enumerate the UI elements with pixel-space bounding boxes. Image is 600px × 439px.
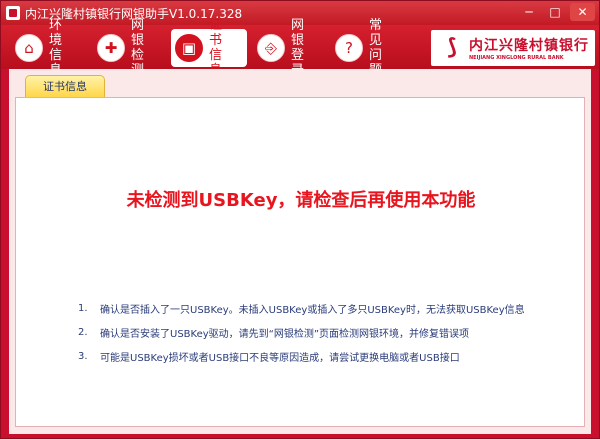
nav-item-ebank-login[interactable]: ⎆ 网 银 登 录 [253,18,327,78]
list-item: 1. 确认是否插入了一只USBKey。未插入USBKey或插入了多只USBKey… [78,296,578,320]
tab-certificate-info[interactable]: 证书信息 [25,75,105,97]
tip-text: 确认是否安装了USBKey驱动，请先到“网银检测”页面检测网银环境，并修复错误项 [100,328,470,340]
bank-logo-icon: ⟆ [446,35,458,60]
certificate-icon: ▣ [175,34,203,62]
bank-logo: ⟆ 内江兴隆村镇银行 NEIJIANG XINGLONG RURAL BANK [431,30,595,66]
nav-bar: ⌂ 环 境 信 息 ✚ 网 银 检 测 ▣ 证 书 信 息 ⎆ 网 银 登 录 … [1,18,599,78]
tip-text: 可能是USBKey损坏或者USB接口不良等原因造成，请尝试更换电脑或者USB接口 [100,352,460,364]
certificate-panel: 未检测到USBKey，请检查后再使用本功能 1. 确认是否插入了一只USBKey… [15,97,585,427]
tip-number: 1. [78,302,88,314]
minimize-button[interactable]: ─ [518,3,540,21]
troubleshooting-tips: 1. 确认是否插入了一只USBKey。未插入USBKey或插入了多只USBKey… [78,296,578,368]
nav-item-faq[interactable]: ? 常 见 问 题 [331,18,405,78]
stethoscope-icon: ✚ [97,34,125,62]
content-area: 证书信息 未检测到USBKey，请检查后再使用本功能 1. 确认是否插入了一只U… [9,69,591,434]
tip-text: 确认是否插入了一只USBKey。未插入USBKey或插入了多只USBKey时，无… [100,304,525,316]
close-button[interactable]: ✕ [570,3,595,21]
question-icon: ? [335,34,363,62]
nav-item-environment-info[interactable]: ⌂ 环 境 信 息 [11,18,85,78]
app-window: 内江兴隆村镇银行网银助手V1.0.17.328 ─ □ ✕ ⌂ 环 境 信 息 … [0,0,600,439]
app-icon [6,6,20,20]
nav-item-certificate-info[interactable]: ▣ 证 书 信 息 [171,18,247,78]
bank-name-en: NEIJIANG XINGLONG RURAL BANK [469,55,564,61]
login-icon: ⎆ [257,34,285,62]
bank-name-cn: 内江兴隆村镇银行 [469,38,589,54]
nav-item-ebank-check[interactable]: ✚ 网 银 检 测 [93,18,167,78]
tip-number: 2. [78,326,88,338]
no-usbkey-warning: 未检测到USBKey，请检查后再使用本功能 [126,190,476,211]
home-icon: ⌂ [15,34,43,62]
maximize-button[interactable]: □ [544,3,566,21]
list-item: 2. 确认是否安装了USBKey驱动，请先到“网银检测”页面检测网银环境，并修复… [78,320,578,344]
tip-number: 3. [78,350,88,362]
list-item: 3. 可能是USBKey损坏或者USB接口不良等原因造成，请尝试更换电脑或者US… [78,344,578,368]
